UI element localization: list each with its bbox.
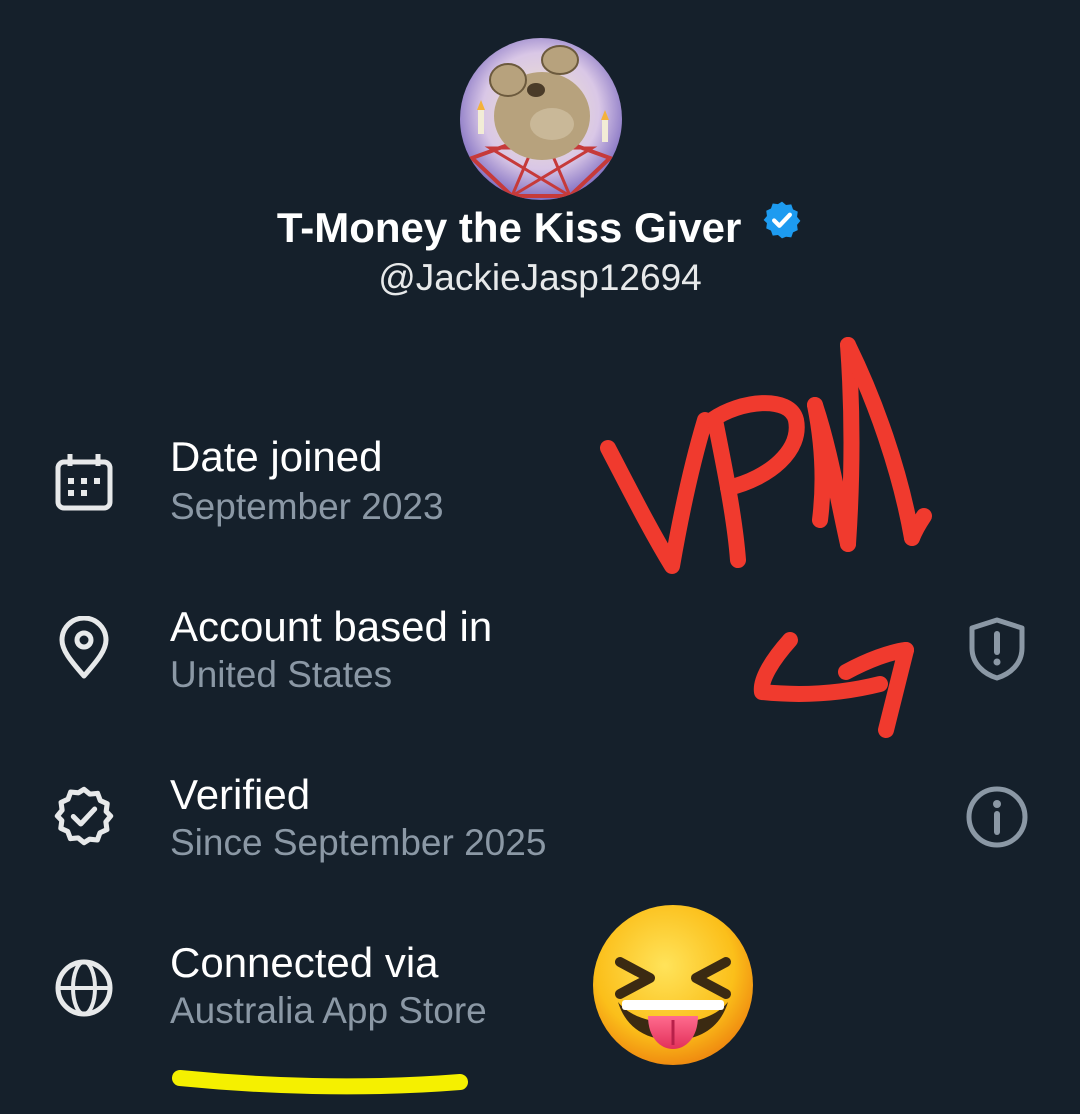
info-icon[interactable]	[962, 782, 1032, 852]
calendar-icon	[52, 450, 116, 514]
shield-alert-icon[interactable]	[962, 614, 1032, 684]
yellow-underline-annotation	[172, 1070, 468, 1095]
about-row-verified: Verified Since September 2025	[0, 768, 1080, 878]
about-row-date-joined: Date joined September 2023	[0, 430, 1080, 540]
profile-handle: @JackieJasp12694	[378, 257, 702, 298]
date-joined-value: September 2023	[170, 486, 444, 527]
account-based-in-value: United States	[170, 654, 393, 695]
verified-badge-icon[interactable]	[761, 199, 803, 255]
verified-badge-outline-icon	[52, 784, 116, 848]
account-based-in-label: Account based in	[170, 603, 493, 650]
connected-via-label: Connected via	[170, 939, 439, 986]
profile-name: T-Money the Kiss Giver	[0, 200, 1080, 256]
avatar[interactable]	[460, 38, 622, 200]
globe-icon	[52, 956, 116, 1020]
date-joined-label: Date joined	[170, 433, 383, 480]
about-row-account-based-in: Account based in United States	[0, 600, 1080, 710]
connected-via-value: Australia App Store	[170, 990, 487, 1031]
about-row-connected-via: Connected via Australia App Store	[0, 936, 1080, 1046]
display-name: T-Money the Kiss Giver	[276, 204, 742, 251]
verified-label: Verified	[170, 771, 311, 818]
location-pin-icon	[52, 615, 116, 680]
verified-value: Since September 2025	[170, 822, 547, 863]
avatar-image	[460, 38, 622, 200]
